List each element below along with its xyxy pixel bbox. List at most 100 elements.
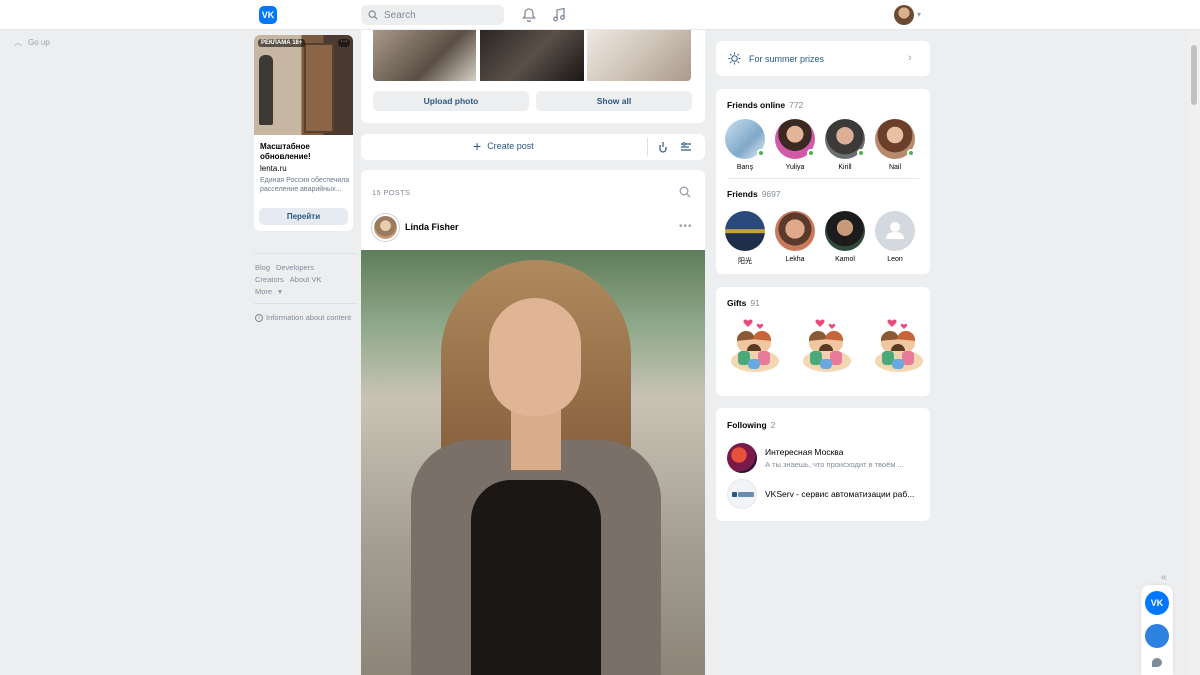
friends-count: 9697	[761, 189, 781, 199]
chevron-right-icon: ›	[908, 52, 912, 64]
footer-link-more[interactable]: More	[255, 287, 272, 296]
summer-prizes-label: For summer prizes	[749, 54, 825, 64]
following-header[interactable]: Following 2	[727, 420, 775, 430]
summer-prizes-card[interactable]: For summer prizes ›	[716, 41, 930, 76]
friend-item[interactable]: Leon	[873, 211, 917, 263]
story-icon[interactable]	[656, 140, 670, 154]
friend-online-item[interactable]: Barış	[723, 119, 767, 171]
search-icon	[368, 10, 378, 20]
friends-online-header[interactable]: Friends online 772	[727, 100, 803, 110]
photo-thumbnail[interactable]	[373, 30, 476, 81]
show-all-button[interactable]: Show all	[536, 91, 692, 111]
vk-logo-icon[interactable]: VK	[259, 6, 277, 24]
following-count: 2	[770, 420, 776, 430]
chat-icon[interactable]	[1152, 658, 1162, 667]
music-icon[interactable]	[551, 7, 567, 23]
ad-badge: РЕКЛАМА 18+	[258, 39, 306, 47]
photo-thumbnail[interactable]	[587, 30, 691, 81]
info-about-content-link[interactable]: i Information about content	[255, 313, 351, 322]
more-icon[interactable]: ···	[338, 38, 350, 47]
friends-header[interactable]: Friends 9697	[727, 189, 781, 199]
plus-icon: +	[473, 138, 482, 154]
author-avatar[interactable]	[372, 214, 399, 241]
online-indicator	[857, 149, 865, 157]
vk-app-icon[interactable]: VK	[1145, 591, 1169, 615]
post-card: 15 POSTS Linda Fisher •••	[361, 170, 705, 675]
footer-link-developers[interactable]: Developers	[276, 263, 314, 272]
footer-link-creators[interactable]: Creators	[255, 275, 284, 284]
community-name: VKServ - сервис автоматизации раб...	[765, 489, 915, 499]
search-input[interactable]	[384, 9, 494, 21]
gift-sticker[interactable]	[870, 317, 928, 375]
create-post-button[interactable]: + Create post	[473, 138, 534, 154]
info-icon: i	[255, 313, 263, 322]
avatar	[875, 119, 915, 159]
filter-icon[interactable]	[679, 140, 693, 154]
ad-image[interactable]	[254, 35, 353, 135]
floating-panel: VK	[1141, 585, 1173, 675]
friends-card: Friends online 772 Barış Yuliya Kirill Na…	[716, 89, 930, 274]
gifts-card: Gifts 91	[716, 287, 930, 396]
community-avatar	[727, 479, 757, 509]
chevron-up-icon: ︿	[14, 38, 22, 47]
ad-title[interactable]: Масштабное обновление!	[260, 142, 350, 162]
vkserv-logo-icon	[732, 492, 754, 497]
search-icon[interactable]	[679, 186, 691, 198]
divider	[254, 303, 357, 304]
friend-name: Kirill	[838, 164, 852, 171]
messenger-icon[interactable]	[1145, 624, 1169, 648]
post-author-name[interactable]: Linda Fisher	[405, 222, 459, 232]
gift-sticker[interactable]	[798, 317, 856, 375]
go-up-label: Go up	[28, 38, 50, 47]
footer-links: Blog Developers Creators About VK More ▾	[255, 262, 355, 298]
divider	[727, 178, 919, 179]
scrollbar[interactable]	[1188, 30, 1200, 675]
footer-link-about[interactable]: About VK	[290, 275, 322, 284]
friend-online-item[interactable]: Yuliya	[773, 119, 817, 171]
friend-name: Barış	[736, 164, 754, 171]
divider	[254, 253, 357, 254]
community-name: Интересная Москва	[765, 447, 844, 457]
upload-photo-button[interactable]: Upload photo	[373, 91, 529, 111]
post-image-top	[471, 480, 601, 675]
following-item[interactable]: VKServ - сервис автоматизации раб...	[727, 479, 922, 509]
bell-icon[interactable]	[521, 7, 537, 23]
ad-card[interactable]: РЕКЛАМА 18+ ··· Масштабное обновление! l…	[254, 35, 353, 231]
following-item[interactable]: Интересная Москва А ты знаешь, что проис…	[727, 443, 922, 473]
create-post-bar: + Create post	[361, 134, 705, 160]
photo-thumbnail[interactable]	[480, 30, 584, 81]
friend-name: Kamol	[835, 256, 855, 263]
avatar	[725, 211, 765, 251]
collapse-icon[interactable]: «	[1161, 572, 1167, 583]
gifts-count: 91	[750, 298, 760, 308]
friend-item[interactable]: Kamol	[823, 211, 867, 263]
ad-cta-button[interactable]: Перейти	[259, 208, 348, 225]
ad-description: Единая Россия обеспечила расселение авар…	[260, 177, 350, 193]
gifts-header[interactable]: Gifts 91	[727, 298, 760, 308]
friend-item[interactable]: 阳光	[723, 211, 767, 266]
avatar	[775, 211, 815, 251]
footer-link-blog[interactable]: Blog	[255, 263, 270, 272]
avatar	[775, 119, 815, 159]
community-avatar	[727, 443, 757, 473]
chevron-down-icon[interactable]: ▾	[917, 10, 921, 19]
friend-online-item[interactable]: Kirill	[823, 119, 867, 171]
friend-item[interactable]: Lekha	[773, 211, 817, 263]
post-image[interactable]	[361, 250, 705, 675]
profile-avatar[interactable]	[894, 5, 914, 25]
more-icon[interactable]: •••	[679, 221, 693, 232]
avatar	[825, 119, 865, 159]
user-placeholder-icon	[886, 222, 904, 239]
gift-sticker[interactable]	[726, 317, 784, 375]
friend-name: Leon	[887, 256, 903, 263]
ad-image-door	[304, 43, 334, 133]
friend-online-item[interactable]: Nail	[873, 119, 917, 171]
avatar	[825, 211, 865, 251]
friend-name: Yuliya	[785, 164, 805, 171]
friends-title: Friends	[727, 189, 758, 199]
scroll-thumb[interactable]	[1191, 45, 1197, 105]
friends-online-title: Friends online	[727, 100, 786, 110]
search-box[interactable]	[361, 5, 504, 25]
go-up-button[interactable]: ︿ Go up	[14, 37, 50, 48]
post-image-face	[489, 298, 581, 416]
